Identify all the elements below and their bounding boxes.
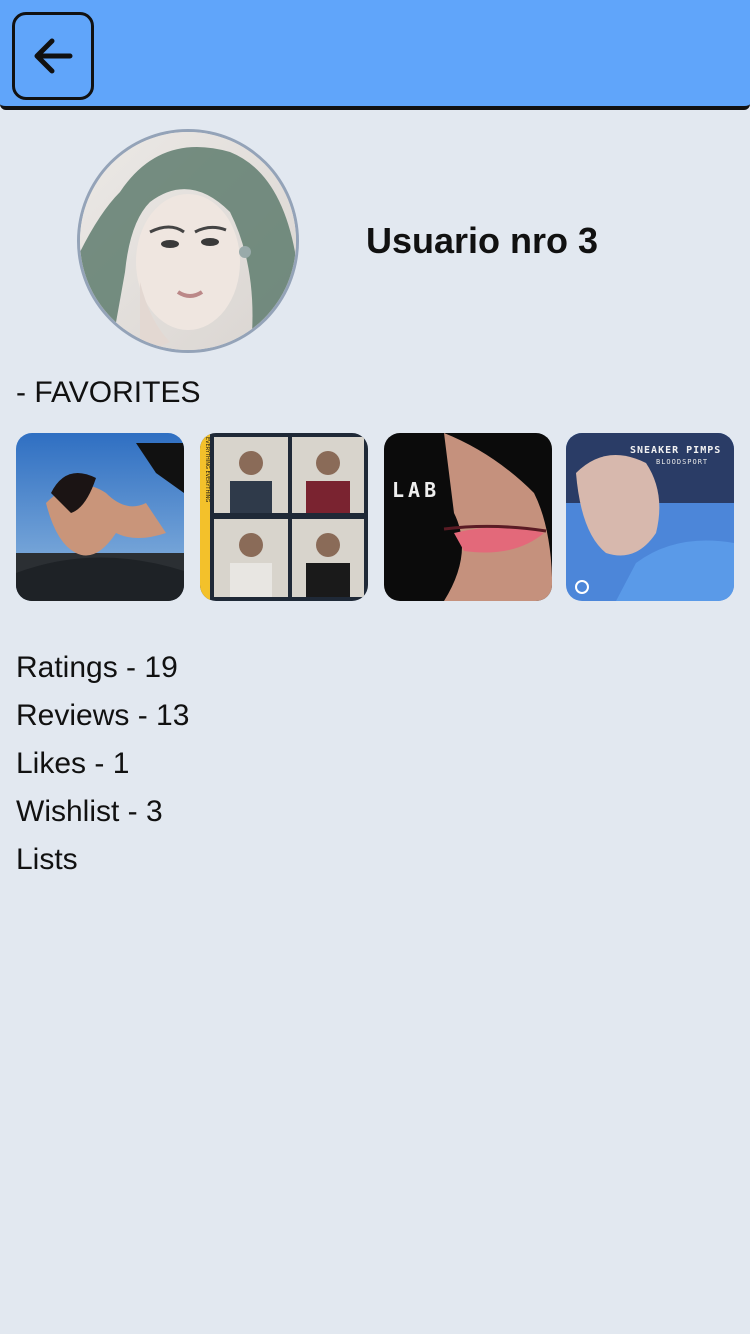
wishlist-link[interactable]: Wishlist - 3 [16, 788, 189, 836]
album-art-text: SNEAKER PIMPS [630, 445, 721, 456]
favorite-album-3[interactable]: LAB [384, 433, 552, 601]
arrow-left-icon [34, 38, 73, 74]
album-cover-image [16, 433, 184, 601]
album-cover-image: EVERYTHING EVERYTHING [200, 433, 368, 601]
album-cover-image: LAB [384, 433, 552, 601]
avatar-image [80, 132, 296, 350]
avatar [77, 129, 299, 353]
favorite-album-2[interactable]: EVERYTHING EVERYTHING [200, 433, 368, 601]
ratings-link[interactable]: Ratings - 19 [16, 644, 189, 692]
album-cover-image: SNEAKER PIMPS BLOODSPORT [566, 433, 734, 601]
favorites-heading: - FAVORITES [16, 376, 201, 409]
favorite-album-4[interactable]: SNEAKER PIMPS BLOODSPORT [566, 433, 734, 601]
back-button[interactable] [12, 12, 94, 100]
top-bar [0, 0, 750, 110]
album-art-text: EVERYTHING EVERYTHING [204, 437, 210, 502]
favorite-album-1[interactable] [16, 433, 184, 601]
username: Usuario nro 3 [366, 220, 599, 261]
album-art-text: LAB [392, 478, 440, 502]
lists-link[interactable]: Lists [16, 836, 189, 884]
album-art-subtext: BLOODSPORT [656, 458, 708, 466]
stats-list: Ratings - 19 Reviews - 13 Likes - 1 Wish… [16, 644, 189, 884]
reviews-link[interactable]: Reviews - 13 [16, 692, 189, 740]
likes-link[interactable]: Likes - 1 [16, 740, 189, 788]
